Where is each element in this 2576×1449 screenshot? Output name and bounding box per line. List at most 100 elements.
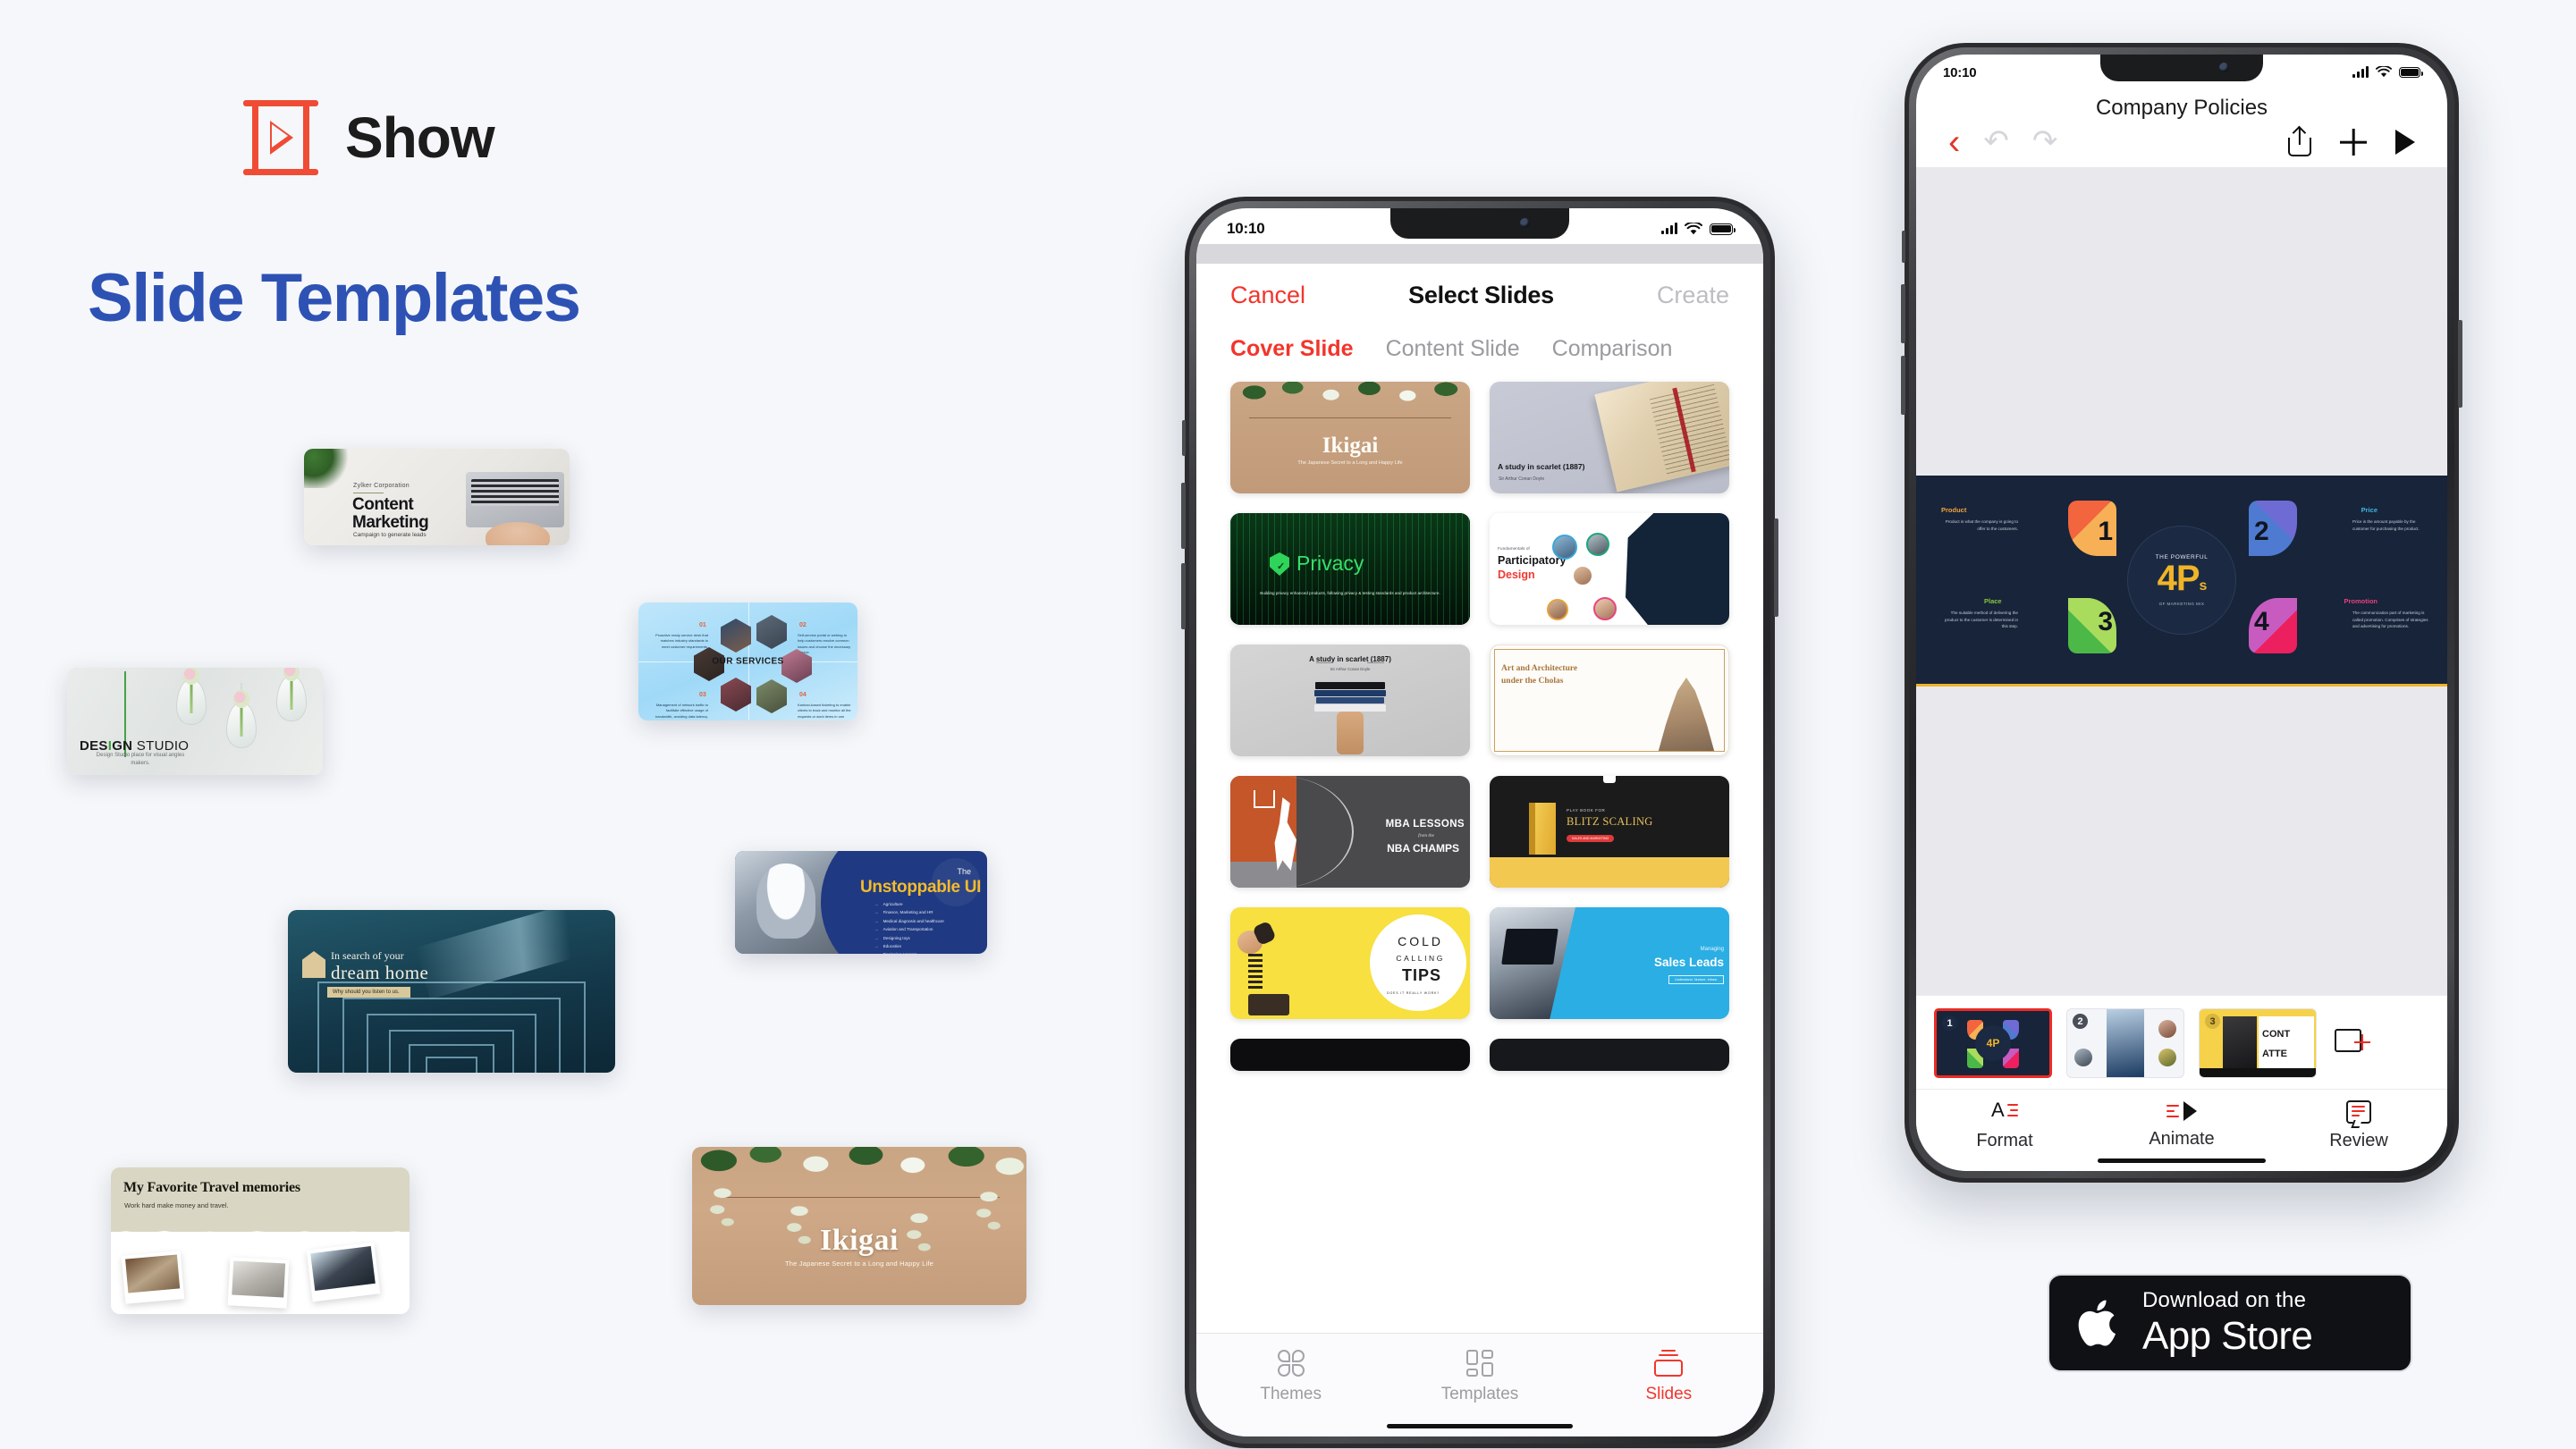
- chevron-left-icon[interactable]: ‹: [1948, 124, 1960, 160]
- thumb-title: Art and Architecture under the Cholas: [1501, 664, 1578, 686]
- page-root: Show Slide Templates Zylker Corporation …: [0, 0, 2576, 1449]
- redo-arrow-icon[interactable]: ↷: [2032, 126, 2058, 156]
- review-button[interactable]: Review: [2270, 1100, 2447, 1151]
- thumbnail-ikigai[interactable]: Ikigai The Japanese Secret to a Long and…: [1230, 382, 1470, 493]
- thumb-tag: SALES AND MARKETING: [1567, 835, 1615, 842]
- thumbnail-blitz-scaling[interactable]: PLAY BOOK FOR BLITZ SCALING SALES AND MA…: [1490, 776, 1729, 888]
- thumbnail-partial-2[interactable]: [1490, 1039, 1729, 1071]
- slide-canvas[interactable]: Product Product is what the company is g…: [1916, 167, 2447, 995]
- tab-cover-slide[interactable]: Cover Slide: [1230, 336, 1354, 362]
- slide-card-ikigai[interactable]: Ikigai The Japanese Secret to a Long and…: [692, 1147, 1026, 1305]
- thumb-subtitle: Building privacy enhanced products, foll…: [1260, 591, 1440, 595]
- mute-switch[interactable]: [1182, 420, 1186, 456]
- thumb-subtitle: Sir Arthur Conan Doyle: [1499, 476, 1545, 482]
- list-item: Agriculture: [874, 901, 944, 907]
- format-button[interactable]: A Format: [1916, 1100, 2093, 1151]
- thumbnail-privacy[interactable]: ✓ Privacy Building privacy enhanced prod…: [1230, 513, 1470, 625]
- volume-down-button[interactable]: [1181, 563, 1186, 629]
- slide-card-content-marketing[interactable]: Zylker Corporation Content Marketing Cam…: [304, 449, 570, 545]
- card-title: Ikigai: [819, 1224, 899, 1257]
- mute-switch[interactable]: [1902, 231, 1905, 263]
- list-item: Designing sensors: [874, 951, 944, 954]
- plus-icon[interactable]: [2340, 129, 2367, 156]
- card-title: My Favorite Travel memories: [123, 1180, 300, 1195]
- thumbnail-cold-calling[interactable]: COLD CALLING TIPS DOES IT REALLY WORK?: [1230, 907, 1470, 1019]
- service-text-3: Management of network traffic to facilit…: [655, 703, 708, 719]
- filmstrip-slide-1[interactable]: 1 4P: [1934, 1008, 2052, 1078]
- card-subtitle: Campaign to generate leads: [353, 532, 427, 538]
- app-store-badge[interactable]: Download on the App Store: [2048, 1274, 2412, 1372]
- thumbnail-scarlet-hand[interactable]: A study in scarlet (1887) Sir Arthur Con…: [1230, 644, 1470, 756]
- plant-decor: [304, 449, 351, 488]
- status-time: 10:10: [1227, 220, 1265, 237]
- filmstrip-slide-3[interactable]: 3 CONT ATTE: [2199, 1008, 2317, 1078]
- slide-filmstrip: 1 4P 2 3 CONT ATTE: [1916, 995, 2447, 1089]
- wood-line: [718, 1197, 1001, 1198]
- thumb-eyebrow: Fundamentals of: [1498, 547, 1530, 552]
- page-title: Slide Templates: [88, 260, 581, 336]
- list-item: Finance, Marketing and HR: [874, 909, 944, 915]
- thumb-title2: CALLING: [1396, 954, 1445, 963]
- slide-card-travel-memories[interactable]: My Favorite Travel memories Work hard ma…: [111, 1167, 410, 1314]
- status-bar: 10:10: [1916, 55, 2447, 87]
- thumbnail-participatory-design[interactable]: Fundamentals of Participatory Design: [1490, 513, 1729, 625]
- templates-grid-icon: [1465, 1350, 1493, 1377]
- thumbnail-art-architecture[interactable]: Art and Architecture under the Cholas: [1490, 644, 1729, 756]
- slide-card-dream-home[interactable]: In search of your dream home Why should …: [288, 910, 615, 1073]
- tab-themes[interactable]: Themes: [1196, 1334, 1385, 1436]
- list-item: Education: [874, 943, 944, 949]
- service-num-3: 03: [699, 692, 706, 698]
- filmstrip-slide-2[interactable]: 2: [2066, 1008, 2184, 1078]
- sheet-grabber[interactable]: [1196, 244, 1763, 264]
- volume-up-button[interactable]: [1901, 284, 1905, 343]
- quadrant-label-product: Product: [1941, 506, 1967, 514]
- battery-full-icon: [2399, 67, 2423, 78]
- volume-down-button[interactable]: [1901, 356, 1905, 415]
- play-icon[interactable]: [2395, 130, 2415, 155]
- home-indicator[interactable]: [2098, 1158, 2266, 1163]
- center-hub: THE POWERFUL 4Ps OF MARKETING MIX: [2127, 525, 2236, 635]
- slide-card-unstoppable-ui[interactable]: The Unstoppable UI Agriculture Finance, …: [735, 851, 987, 954]
- slide-card-design-studio[interactable]: DESIGN STUDIO Design Studio place for vi…: [67, 668, 323, 775]
- themes-clover-icon: [1277, 1350, 1305, 1377]
- thumb-mid: from the: [1418, 833, 1434, 838]
- tab-content-slide[interactable]: Content Slide: [1386, 336, 1520, 362]
- service-num-2: 02: [799, 622, 807, 628]
- undo-arrow-icon[interactable]: ↶: [1983, 126, 2009, 156]
- thumbnail-sales-leads[interactable]: Managing Sales Leads Understand. Nurture…: [1490, 907, 1729, 1019]
- animate-button[interactable]: Animate: [2093, 1100, 2270, 1151]
- home-icon: [302, 951, 325, 978]
- app-store-text: Download on the App Store: [2142, 1290, 2313, 1356]
- service-num-4: 04: [799, 692, 807, 698]
- add-slide-icon[interactable]: [2335, 1027, 2370, 1059]
- slide-4ps-marketing-mix[interactable]: Product Product is what the company is g…: [1916, 476, 2447, 687]
- volume-up-button[interactable]: [1181, 483, 1186, 549]
- list-item: Aviation and Transportation: [874, 926, 944, 932]
- thumbnail-scarlet-book[interactable]: A study in scarlet (1887) Sir Arthur Con…: [1490, 382, 1729, 493]
- tab-templates[interactable]: Templates: [1385, 1334, 1574, 1436]
- tab-slides[interactable]: Slides: [1575, 1334, 1763, 1436]
- share-up-icon[interactable]: [2288, 128, 2311, 156]
- petal-number-3: 3: [2098, 607, 2113, 636]
- card-title: OUR SERVICES: [712, 656, 784, 667]
- power-button[interactable]: [1774, 518, 1778, 617]
- card-title-line1: Content: [352, 495, 414, 514]
- quadrant-body-product: Product is what the company is going to …: [1945, 519, 2018, 531]
- modal-title: Select Slides: [1408, 282, 1554, 308]
- create-button[interactable]: Create: [1657, 282, 1729, 309]
- card-subtitle: Work hard make money and travel.: [124, 1201, 229, 1209]
- cancel-button[interactable]: Cancel: [1230, 282, 1305, 309]
- thumb-title: A study in scarlet (1887): [1309, 655, 1391, 663]
- card-subtitle: The Japanese Secret to a Long and Happy …: [785, 1259, 933, 1268]
- home-indicator[interactable]: [1387, 1424, 1573, 1428]
- thumb-subtitle: Sir Arthur Conan Doyle: [1330, 667, 1371, 671]
- phone-right-screen: 10:10 Company Policies ‹ ↶ ↷ Product Pro…: [1916, 55, 2447, 1171]
- thumbnail-mba-lessons[interactable]: MBA LESSONS from the NBA CHAMPS: [1230, 776, 1470, 888]
- slide-card-our-services[interactable]: OUR SERVICES 01 Proactive ready service …: [638, 602, 857, 720]
- laptop-photo: [466, 472, 564, 527]
- tab-comparison[interactable]: Comparison: [1552, 336, 1673, 362]
- bottom-tab-bar: Themes Templates Slides: [1196, 1333, 1763, 1436]
- thumbnail-partial-1[interactable]: [1230, 1039, 1470, 1071]
- thumb-title: BLITZ SCALING: [1567, 815, 1653, 828]
- power-button[interactable]: [2458, 320, 2462, 408]
